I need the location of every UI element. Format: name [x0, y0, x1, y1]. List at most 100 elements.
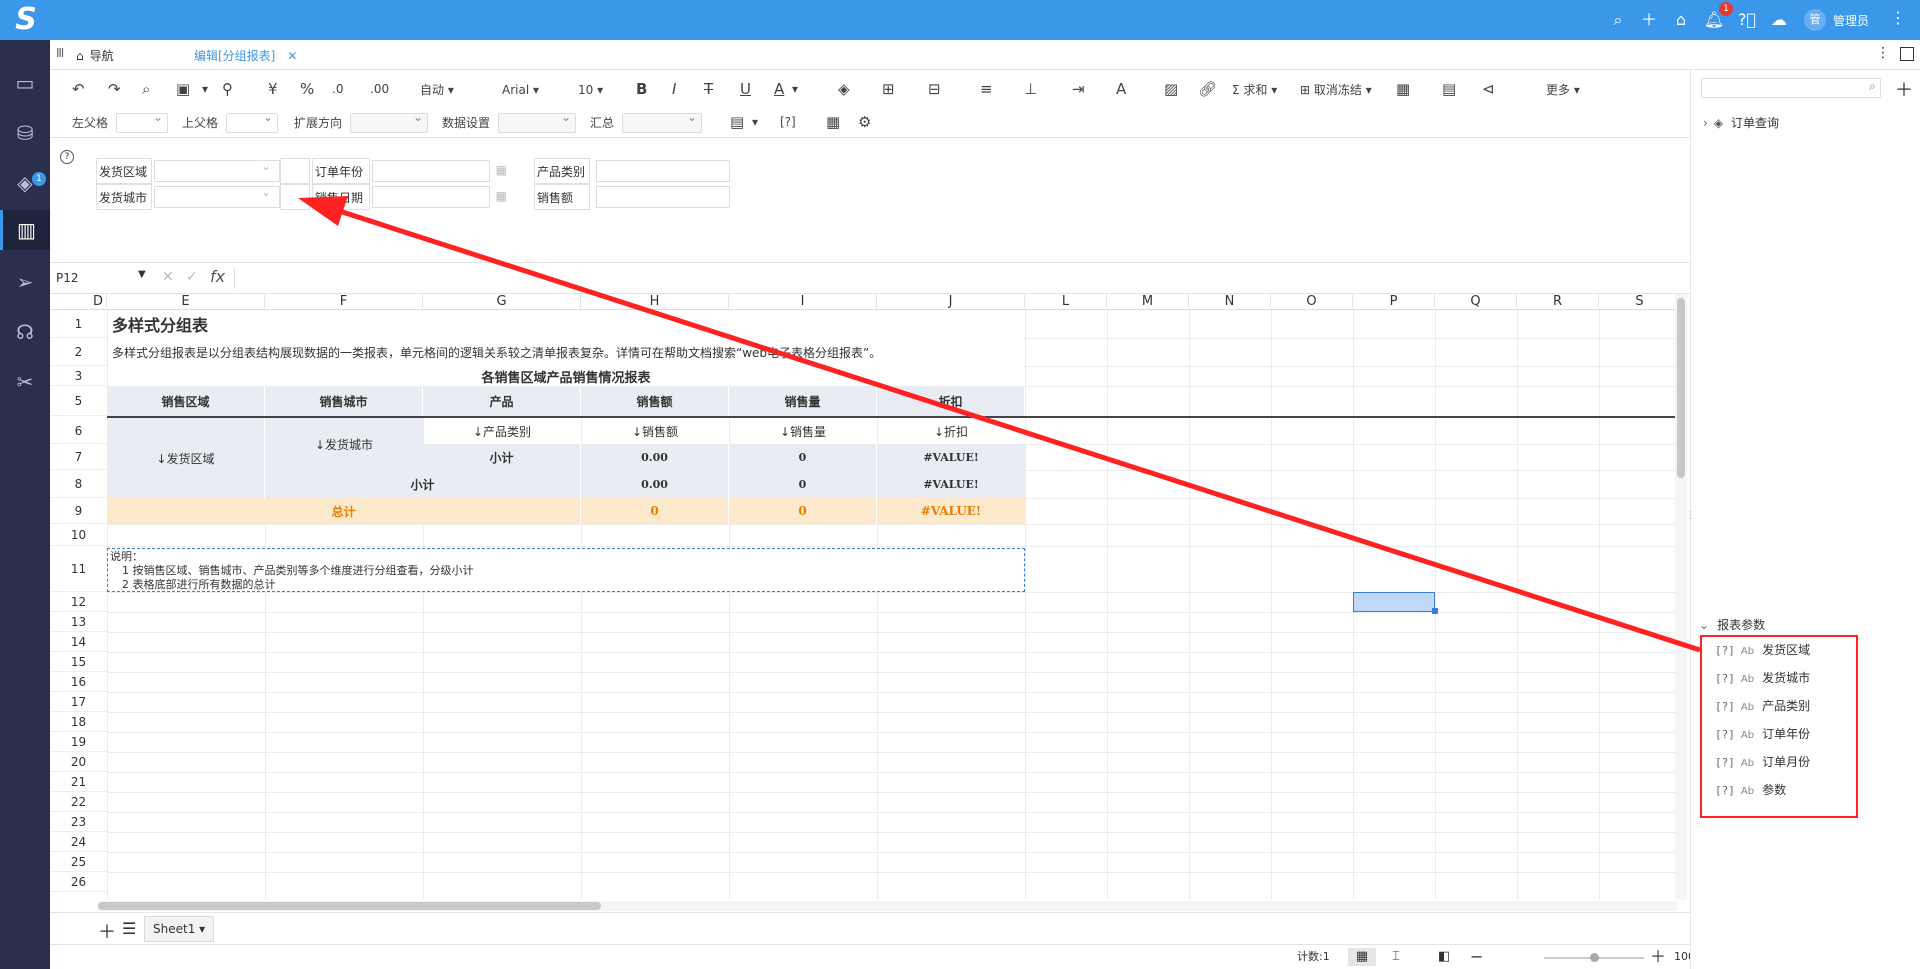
chevron-right-icon[interactable]: › — [1703, 116, 1708, 130]
vertical-align-icon[interactable]: ⊥ — [1024, 72, 1037, 106]
subtotal-sales[interactable]: 0.00 — [581, 444, 729, 470]
sheet-list-icon[interactable]: ☰ — [122, 919, 136, 938]
column-header[interactable]: I — [729, 294, 877, 310]
expand-direction-select[interactable] — [350, 110, 428, 133]
subtotal-qty[interactable]: 0 — [729, 470, 877, 498]
page-settings-icon[interactable]: ⚙ — [858, 105, 871, 139]
report-heading[interactable]: 多样式分组表 — [112, 310, 208, 338]
row-header[interactable]: 20 — [50, 752, 107, 772]
column-header[interactable]: S — [1599, 294, 1679, 310]
maximize-icon[interactable] — [1900, 47, 1914, 61]
share-icon[interactable]: ⊲ — [1482, 72, 1495, 106]
region-cell[interactable]: ↓发货区域 — [107, 418, 265, 498]
report-settings-icon[interactable]: ▦ — [826, 105, 840, 139]
total-sales[interactable]: 0 — [581, 498, 729, 524]
chevron-down-icon[interactable]: ▾ — [752, 105, 758, 139]
align-icon[interactable]: ≡ — [980, 72, 993, 106]
fill-color-icon[interactable]: ◈ — [838, 72, 850, 106]
sales-cell[interactable]: ↓销售额 — [581, 418, 729, 444]
text-rotate-icon[interactable]: A — [1116, 72, 1126, 106]
more-menu-icon[interactable]: ⋮ — [1890, 8, 1906, 27]
font-size-select[interactable]: 10 ▾ — [578, 80, 603, 100]
link-icon[interactable]: 🔗︎ — [1198, 72, 1217, 106]
column-header[interactable]: G — [423, 294, 581, 310]
note-box[interactable]: 说明： 1 按销售区域、销售城市、产品类别等多个维度进行分组查看，分级小计 2 … — [107, 548, 1025, 592]
region-combo[interactable] — [154, 159, 280, 182]
header-cell[interactable]: 销售城市 — [265, 386, 423, 416]
subtotal-sales[interactable]: 0.00 — [581, 470, 729, 498]
row-header[interactable]: 23 — [50, 812, 107, 832]
tab-navigation[interactable]: ⌂ 导航 — [76, 47, 114, 64]
panel-collapse-handle[interactable]: ⋮ — [1685, 510, 1695, 521]
font-family-select[interactable]: Arial ▾ — [502, 80, 539, 100]
decrease-decimal-icon[interactable]: .0 — [332, 72, 343, 106]
discount-cell[interactable]: ↓折扣 — [877, 418, 1025, 444]
row-header[interactable]: 9 — [50, 498, 107, 524]
row-header[interactable]: 1 — [50, 310, 107, 338]
column-header[interactable]: D — [93, 294, 107, 310]
row-header[interactable]: 2 — [50, 338, 107, 366]
param-item[interactable]: [?] Ab 订单月份 — [1715, 752, 1810, 772]
chevron-down-icon[interactable]: ▼ — [138, 269, 146, 280]
tab-edit-report[interactable]: 编辑[分组报表] ✕ — [194, 47, 297, 64]
row-header[interactable]: 15 — [50, 652, 107, 672]
support-icon[interactable]: ☊ — [0, 312, 50, 352]
scroll-thumb[interactable] — [98, 902, 601, 910]
sheet-tab[interactable]: Sheet1 ▾ — [144, 916, 215, 942]
row-header[interactable]: 24 — [50, 832, 107, 852]
report-icon[interactable]: ▥ — [0, 210, 50, 250]
tools-icon[interactable]: ✂ — [0, 362, 50, 402]
chevron-down-icon[interactable]: ⌄ — [1699, 618, 1709, 632]
scroll-thumb[interactable] — [1677, 298, 1685, 478]
avatar[interactable]: 管 — [1804, 9, 1826, 31]
subtotal-label[interactable]: 小计 — [423, 444, 581, 470]
row-header[interactable]: 5 — [50, 386, 107, 416]
more-button[interactable]: 更多 ▾ — [1546, 80, 1580, 100]
row-header[interactable]: 17 — [50, 692, 107, 712]
subtotal-qty[interactable]: 0 — [729, 444, 877, 470]
more-vertical-icon[interactable]: ⋮ — [1876, 45, 1890, 61]
row-header[interactable]: 19 — [50, 732, 107, 752]
row-header[interactable]: 8 — [50, 470, 107, 498]
merge-icon[interactable]: ⊟ — [928, 72, 941, 106]
zoom-in-icon[interactable]: ＋ — [1650, 948, 1666, 966]
monitor-icon[interactable]: ▭ — [0, 63, 50, 103]
row-header[interactable]: 14 — [50, 632, 107, 652]
category-input[interactable] — [596, 160, 730, 182]
row-header[interactable]: 25 — [50, 852, 107, 872]
currency-button[interactable]: ¥ — [268, 72, 278, 106]
row-header[interactable]: 26 — [50, 872, 107, 892]
page-break-icon[interactable]: ⌶ — [1392, 948, 1400, 966]
format-painter-icon[interactable]: ⚲ — [222, 72, 233, 106]
data-setting-select[interactable] — [498, 110, 576, 133]
row-header[interactable]: 11 — [50, 546, 107, 592]
selected-cell[interactable] — [1353, 592, 1435, 612]
total-qty[interactable]: 0 — [729, 498, 877, 524]
param-item[interactable]: [?] Ab 产品类别 — [1715, 696, 1810, 716]
header-cell[interactable]: 销售额 — [581, 386, 729, 416]
zoom-slider-knob[interactable] — [1590, 953, 1599, 962]
param-item[interactable]: [?] Ab 订单年份 — [1715, 724, 1810, 744]
font-color-button[interactable]: A — [774, 72, 784, 106]
header-cell[interactable]: 销售量 — [729, 386, 877, 416]
row-header[interactable]: 10 — [50, 524, 107, 546]
top-parent-select[interactable] — [226, 110, 278, 133]
left-parent-select[interactable] — [116, 110, 168, 133]
add-sheet-icon[interactable]: ＋ — [98, 918, 116, 944]
increase-decimal-icon[interactable]: .00 — [370, 72, 389, 106]
username[interactable]: 管理员 — [1833, 12, 1869, 29]
sum-button[interactable]: Σ 求和 ▾ — [1232, 80, 1277, 100]
column-header[interactable]: H — [581, 294, 729, 310]
undo-icon[interactable]: ↶ — [72, 72, 85, 106]
spreadsheet-grid[interactable]: D E F G H I J L M N O P Q R S 1 2 3 5 6 … — [50, 294, 1679, 900]
param-item[interactable]: [?] Ab 发货区域 — [1715, 640, 1810, 660]
cell-reference[interactable]: P12 — [56, 271, 79, 285]
vertical-scrollbar[interactable] — [1675, 294, 1687, 900]
italic-button[interactable]: I — [672, 72, 676, 106]
subtotal-discount[interactable]: #VALUE! — [877, 444, 1025, 470]
row-header[interactable]: 7 — [50, 444, 107, 470]
border-icon[interactable]: ⊞ — [882, 72, 895, 106]
report-params-header[interactable]: ⌄ 报表参数 — [1699, 616, 1765, 633]
bold-button[interactable]: B — [636, 72, 647, 106]
column-header[interactable]: N — [1189, 294, 1271, 310]
